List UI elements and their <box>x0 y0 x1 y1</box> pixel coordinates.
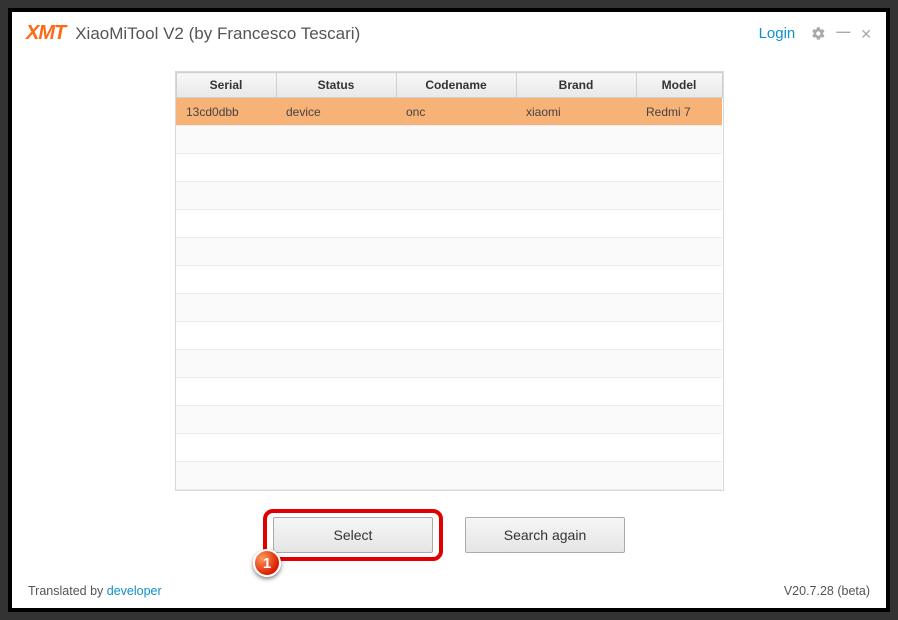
device-table: Serial Status Codename Brand Model 13cd0… <box>175 71 724 491</box>
table-row-empty[interactable] <box>176 182 722 210</box>
translated-by: Translated by developer <box>28 584 162 598</box>
table-row-empty[interactable] <box>176 462 722 490</box>
translator-link[interactable]: developer <box>107 584 162 598</box>
app-logo: XMT <box>26 22 65 45</box>
table-row-empty[interactable] <box>176 210 722 238</box>
table-header-row: Serial Status Codename Brand Model <box>176 73 722 98</box>
col-model[interactable]: Model <box>636 73 722 98</box>
minimize-icon[interactable]: — <box>836 24 850 38</box>
settings-icon[interactable] <box>811 26 826 41</box>
table-row-empty[interactable] <box>176 294 722 322</box>
table-row[interactable]: 13cd0dbbdeviceoncxiaomiRedmi 7 <box>176 98 722 126</box>
col-brand[interactable]: Brand <box>516 73 636 98</box>
login-link[interactable]: Login <box>759 25 796 42</box>
table-row-empty[interactable] <box>176 322 722 350</box>
table-row-empty[interactable] <box>176 266 722 294</box>
app-title: XiaoMiTool V2 (by Francesco Tescari) <box>75 24 360 44</box>
table-row-empty[interactable] <box>176 350 722 378</box>
col-serial[interactable]: Serial <box>176 73 276 98</box>
table-row-empty[interactable] <box>176 434 722 462</box>
col-codename[interactable]: Codename <box>396 73 516 98</box>
col-status[interactable]: Status <box>276 73 396 98</box>
titlebar: XMT XiaoMiTool V2 (by Francesco Tescari)… <box>12 12 886 51</box>
table-row-empty[interactable] <box>176 378 722 406</box>
close-icon[interactable]: ✕ <box>860 27 872 41</box>
table-row-empty[interactable] <box>176 406 722 434</box>
table-row-empty[interactable] <box>176 154 722 182</box>
table-row-empty[interactable] <box>176 126 722 154</box>
search-again-button[interactable]: Search again <box>465 517 625 553</box>
table-row-empty[interactable] <box>176 238 722 266</box>
select-button[interactable]: Select <box>273 517 433 553</box>
version-label: V20.7.28 (beta) <box>784 584 870 598</box>
callout-badge: 1 <box>253 549 281 577</box>
